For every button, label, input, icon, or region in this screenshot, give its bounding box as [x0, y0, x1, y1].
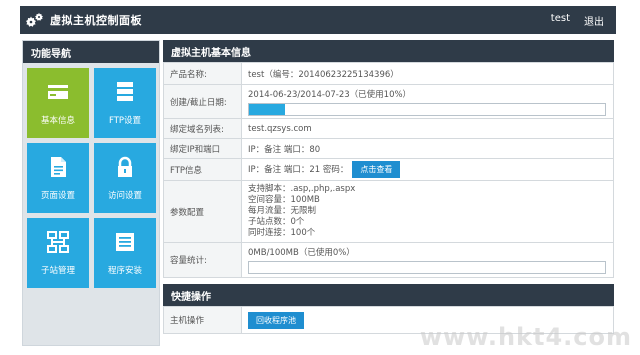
info-table: 产品名称: test（编号：20140623225134396） 创建/截止日期… — [163, 62, 614, 278]
info-section-title: 虚拟主机基本信息 — [163, 40, 614, 62]
param-line: 子站点数：0个 — [248, 217, 305, 227]
nav-tile-label: 访问设置 — [107, 191, 142, 201]
table-row: FTP信息 IP：备注 端口：21 密码： 点击查看 — [163, 158, 614, 181]
capacity-value: 0MB/100MB（已使用0%） — [248, 248, 355, 258]
nav-tile-label: 页面设置 — [40, 191, 75, 201]
date-progress-bar — [248, 102, 606, 116]
param-line: 支持脚本：.asp,.php,.aspx — [248, 184, 356, 194]
table-row: 参数配置 支持脚本：.asp,.php,.aspx 空间容量：100MB 每月流… — [163, 180, 614, 243]
nav-tile-access-settings[interactable]: 访问设置 — [94, 143, 156, 213]
user-link[interactable]: test — [551, 13, 570, 28]
quick-section-title: 快捷操作 — [163, 284, 614, 306]
param-line: 同时连接：100个 — [248, 228, 316, 238]
sitemap-icon — [47, 231, 69, 253]
ip-value: IP：备注 端口：80 — [241, 138, 614, 159]
domain-value: test.qzsys.com — [241, 118, 614, 139]
nav-tile-ftp[interactable]: FTP设置 — [94, 68, 156, 138]
nav-tile-program-install[interactable]: 程序安装 — [94, 218, 156, 288]
nav-tile-label: FTP设置 — [108, 116, 142, 126]
function-nav: 功能导航 基本信息 FTP设置 页面设置 访问设置 子站管理 程序安装 — [22, 40, 160, 346]
domain-label: 绑定域名列表: — [163, 118, 242, 139]
nav-tile-page-settings[interactable]: 页面设置 — [27, 143, 89, 213]
product-label: 产品名称: — [163, 62, 242, 85]
logout-link[interactable]: 退出 — [584, 13, 604, 28]
view-password-button[interactable]: 点击查看 — [352, 161, 401, 178]
nav-tile-label: 子站管理 — [40, 266, 75, 276]
nav-title: 功能导航 — [23, 41, 159, 63]
table-row: 产品名称: test（编号：20140623225134396） — [163, 62, 614, 85]
watermark: www.hkt4.com — [419, 323, 632, 351]
ftp-value: IP：备注 端口：21 密码： — [248, 165, 349, 175]
ftp-label: FTP信息 — [163, 158, 242, 181]
ip-label: 绑定IP和端口 — [163, 138, 242, 159]
params-label: 参数配置 — [163, 180, 242, 243]
main-panel: 虚拟主机基本信息 产品名称: test（编号：20140623225134396… — [163, 40, 614, 334]
host-ops-label: 主机操作 — [163, 306, 242, 334]
nav-tile-label: 程序安装 — [107, 266, 142, 276]
lock-icon — [118, 156, 132, 177]
app-title: 虚拟主机控制面板 — [50, 14, 142, 27]
nav-tile-subsite-manage[interactable]: 子站管理 — [27, 218, 89, 288]
param-line: 空间容量：100MB — [248, 195, 320, 205]
card-icon — [48, 85, 68, 99]
date-value: 2014-06-23/2014-07-23（已使用10%） — [248, 89, 412, 100]
product-value: test（编号：20140623225134396） — [241, 62, 614, 85]
nav-tile-label: 基本信息 — [40, 116, 75, 126]
recycle-pool-button[interactable]: 回收程序池 — [248, 311, 304, 329]
installer-icon — [116, 233, 134, 251]
table-row: 创建/截止日期: 2014-06-23/2014-07-23（已使用10%） — [163, 84, 614, 119]
nav-tile-basic-info[interactable]: 基本信息 — [27, 68, 89, 138]
document-icon — [51, 157, 66, 177]
param-line: 每月流量：无限制 — [248, 206, 317, 216]
table-row: 容量统计: 0MB/100MB（已使用0%） — [163, 242, 614, 278]
capacity-label: 容量统计: — [163, 242, 242, 278]
table-row: 绑定IP和端口 IP：备注 端口：80 — [163, 138, 614, 159]
server-icon — [117, 82, 133, 101]
gears-icon — [20, 6, 50, 34]
table-row: 绑定域名列表: test.qzsys.com — [163, 118, 614, 139]
top-bar: 虚拟主机控制面板 test 退出 — [20, 6, 616, 34]
capacity-progress-bar — [248, 261, 606, 274]
date-label: 创建/截止日期: — [163, 84, 242, 119]
date-progress-fill — [249, 103, 285, 115]
